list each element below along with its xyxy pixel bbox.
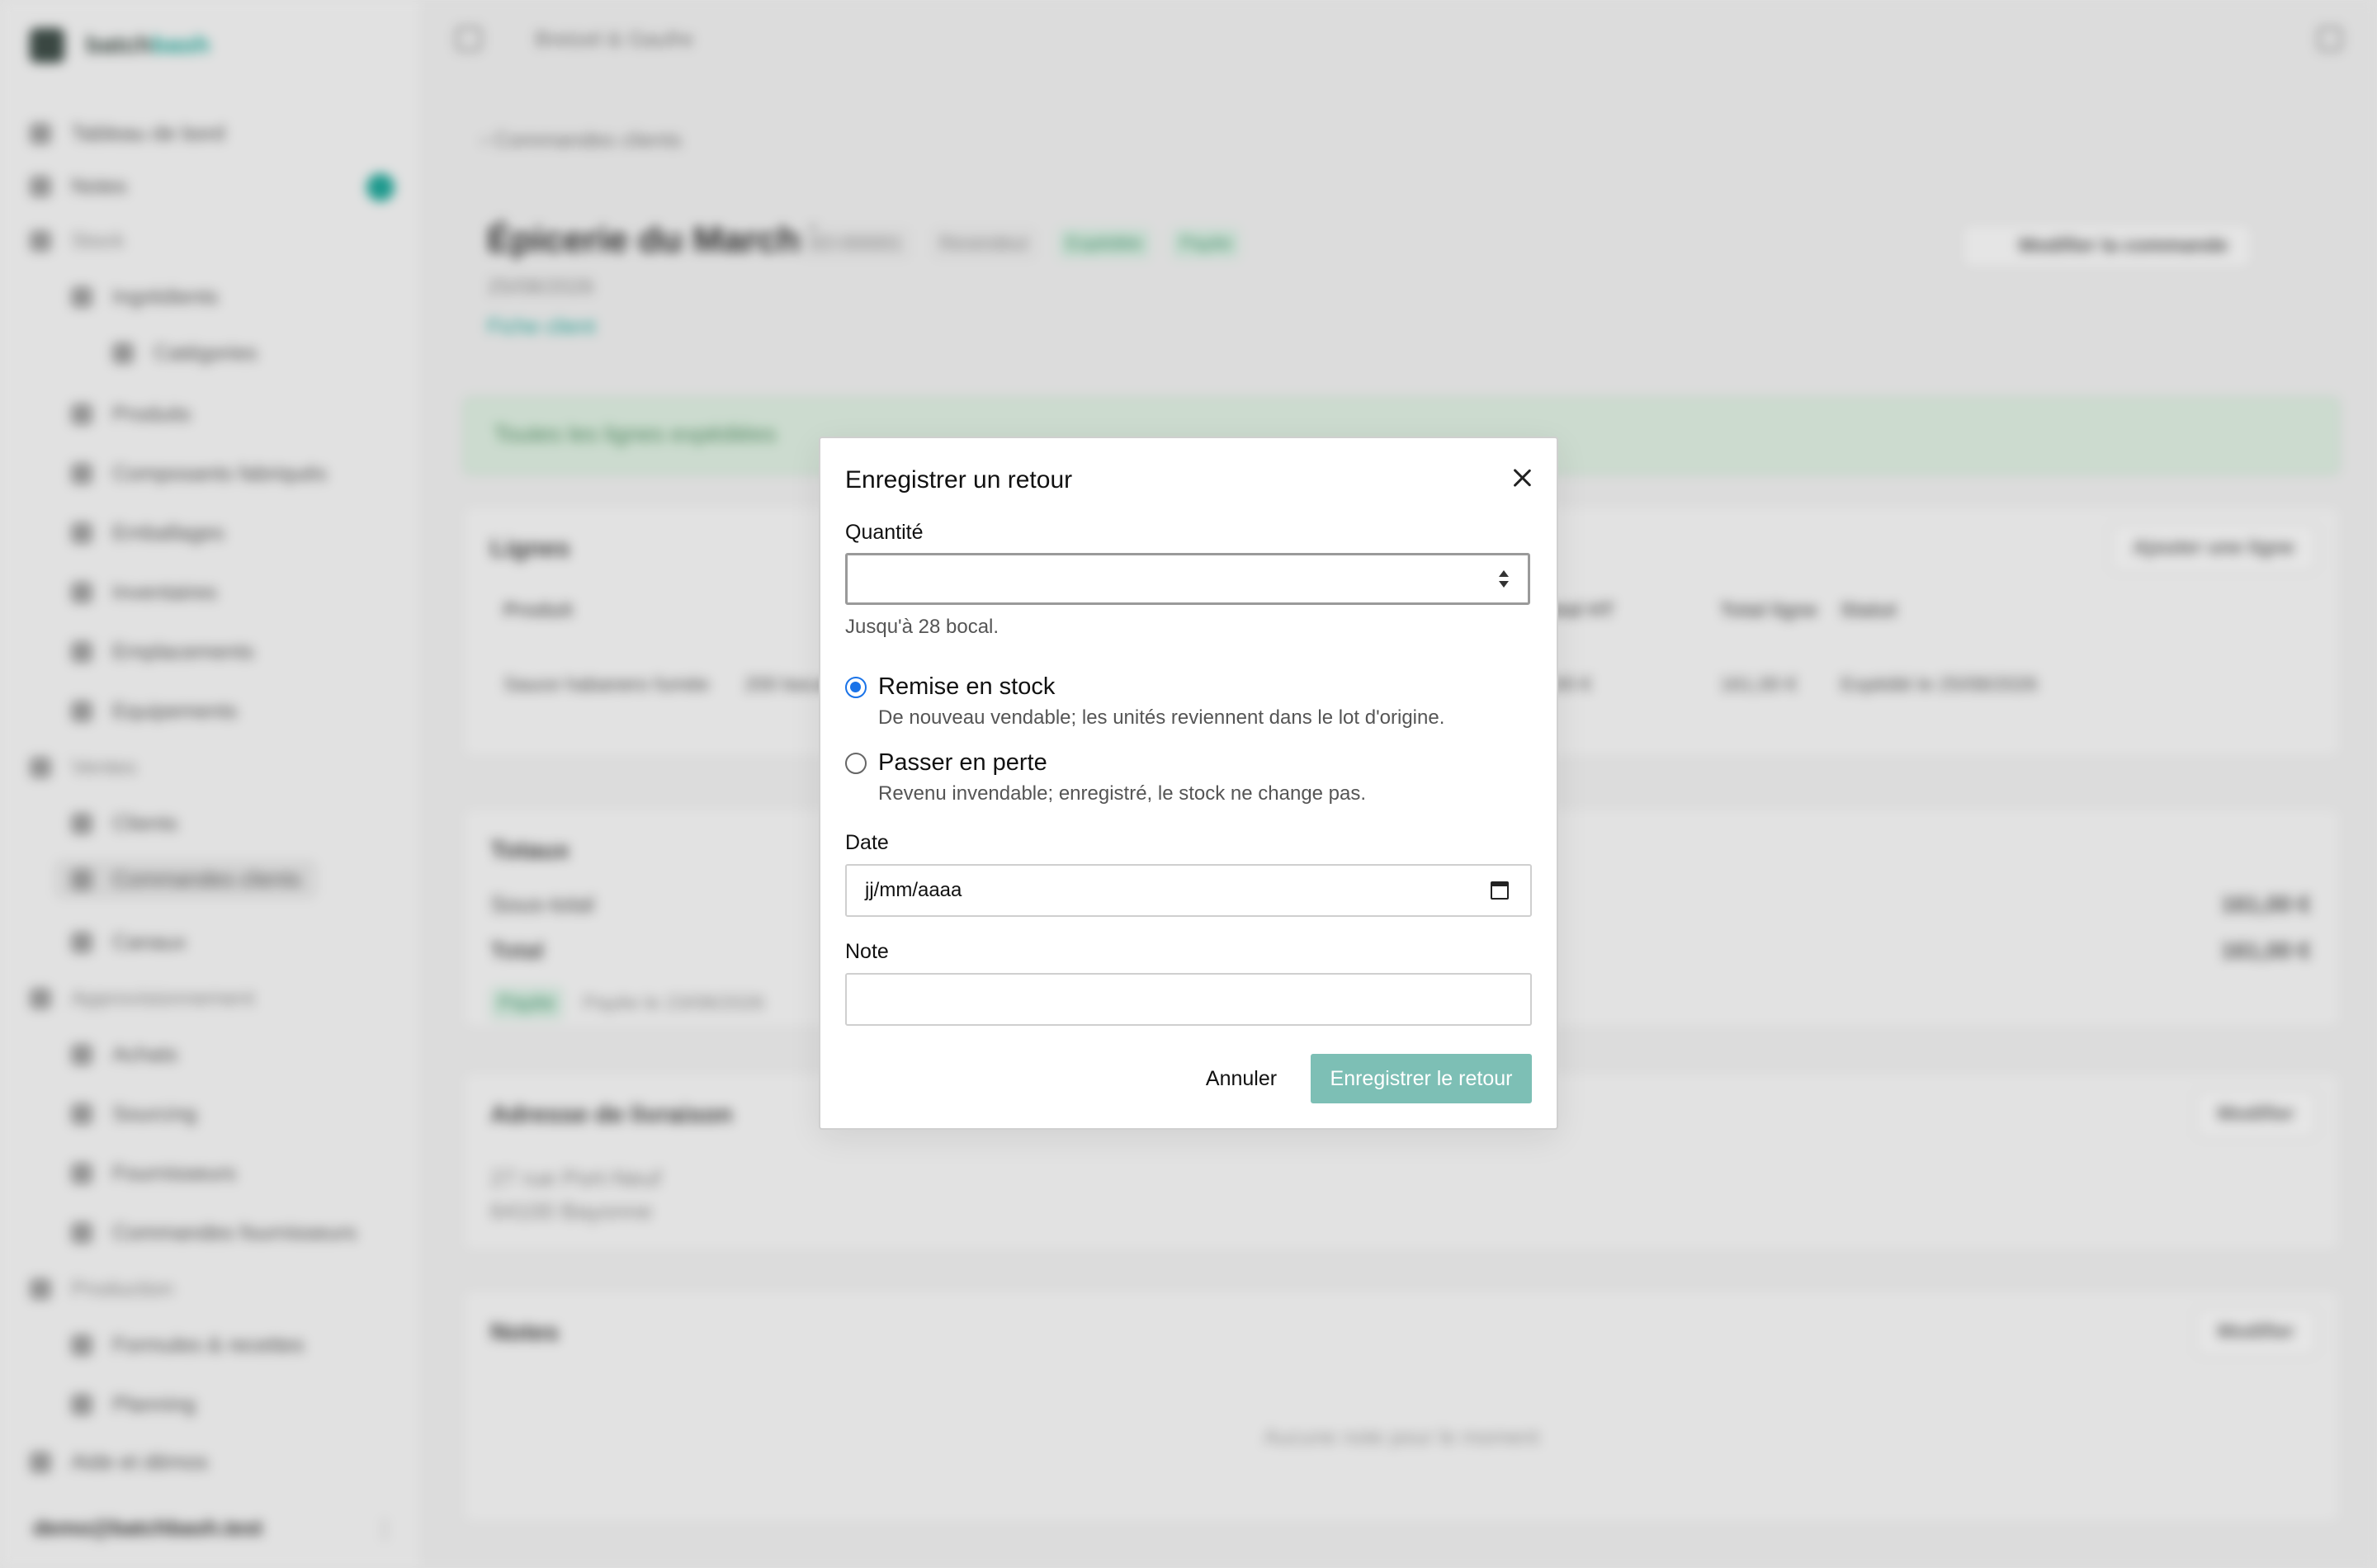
submit-return-button[interactable]: Enregistrer le retour (1311, 1054, 1532, 1103)
quantity-hint: Jusqu'à 28 bocal. (845, 616, 999, 638)
quantity-input[interactable] (845, 553, 1530, 605)
option-write-off[interactable]: Passer en perte (845, 749, 1047, 777)
stepper-icon[interactable] (1498, 570, 1510, 590)
option-write-off-label: Passer en perte (878, 749, 1047, 776)
date-placeholder: jj/mm/aaaa (865, 879, 962, 901)
option-restock-label: Remise en stock (878, 673, 1056, 700)
radio-restock[interactable] (845, 676, 867, 698)
dialog-title: Enregistrer un retour (845, 466, 1073, 494)
calendar-icon[interactable] (1491, 881, 1509, 900)
quantity-label: Quantité (845, 521, 924, 544)
option-write-off-description: Revenu invendable; enregistré, le stock … (878, 782, 1367, 805)
cancel-button[interactable]: Annuler (1192, 1054, 1291, 1103)
option-restock[interactable]: Remise en stock (845, 673, 1055, 701)
return-dialog: Enregistrer un retour Quantité Jusqu'à 2… (819, 437, 1558, 1130)
radio-write-off[interactable] (845, 752, 867, 774)
date-label: Date (845, 831, 889, 854)
option-restock-description: De nouveau vendable; les unités revienne… (878, 706, 1445, 729)
note-input[interactable] (845, 973, 1532, 1026)
date-input[interactable]: jj/mm/aaaa (845, 864, 1532, 917)
close-icon[interactable] (1507, 463, 1537, 493)
note-label: Note (845, 940, 889, 963)
